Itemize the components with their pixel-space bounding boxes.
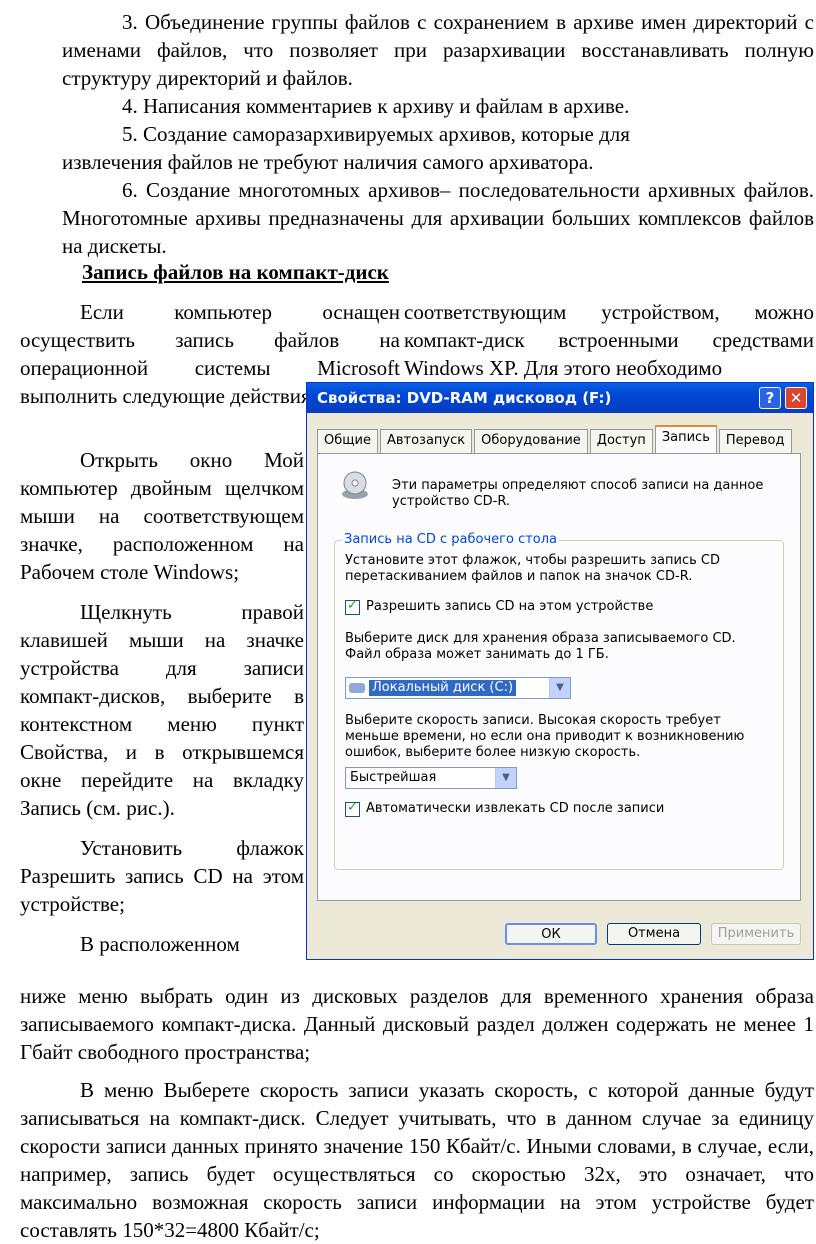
- paragraph-item-3: 3. Объединение группы файлов с сохранени…: [62, 10, 814, 90]
- help-button[interactable]: ?: [759, 387, 781, 409]
- checkbox-checked-icon: [345, 598, 360, 615]
- step-check-flag: Установить флажок Разрешить запись CD на…: [20, 836, 304, 916]
- ok-button[interactable]: ОК: [505, 923, 597, 945]
- group-label: Запись на CD с рабочего стола: [342, 532, 560, 548]
- close-button[interactable]: ✕: [785, 387, 807, 409]
- auto-eject-label: Автоматически извлекать CD после записи: [366, 801, 665, 816]
- tab-translation[interactable]: Перевод: [718, 429, 792, 453]
- step-choose-disk-start: В расположенном: [80, 932, 240, 956]
- left-column-text: Если компьютер оснащен осуществить запис…: [20, 298, 400, 410]
- intro-right: соответствующим устройством, можно компа…: [404, 300, 814, 380]
- step-choose-disk-rest: ниже меню выбрать один из дисковых разде…: [20, 984, 814, 1064]
- chevron-down-icon[interactable]: ▼: [549, 678, 570, 698]
- steps-column: Открыть окно Мой компьютер двойным щелчк…: [20, 446, 304, 958]
- enable-recording-checkbox[interactable]: Разрешить запись CD на этом устройстве: [345, 598, 654, 615]
- recording-panel: Эти параметры определяют способ записи н…: [317, 453, 801, 901]
- tab-strip: Общие Автозапуск Оборудование Доступ Зап…: [317, 425, 794, 453]
- speed-description: Выберите скорость записи. Высокая скорос…: [345, 713, 745, 760]
- step-open-computer: Открыть окно Мой компьютер двойным щелчк…: [20, 448, 304, 584]
- enable-recording-label: Разрешить запись CD на этом устройстве: [366, 599, 654, 614]
- disk-description: Выберите диск для хранения образа записы…: [345, 631, 736, 662]
- tab-autoplay[interactable]: Автозапуск: [379, 429, 473, 453]
- section-heading: Запись файлов на компакт-диск: [82, 260, 389, 284]
- chevron-down-icon[interactable]: ▼: [495, 768, 516, 788]
- properties-window: Свойства: DVD-RAM дисковод (F:) ? ✕ Общи…: [306, 382, 814, 960]
- desktop-recording-group: Установите этот флажок, чтобы разрешить …: [334, 540, 784, 870]
- group-description: Установите этот флажок, чтобы разрешить …: [345, 553, 720, 584]
- hard-disk-icon: [349, 683, 365, 693]
- tab-recording[interactable]: Запись: [654, 425, 717, 453]
- tab-sharing[interactable]: Доступ: [589, 429, 653, 453]
- paragraph-item-6: 6. Создание многотомных архивов– последо…: [62, 178, 814, 258]
- cancel-button[interactable]: Отмена: [607, 923, 701, 945]
- paragraph-item-5a: 5. Создание саморазархивируемых архивов,…: [122, 122, 630, 146]
- paragraph-item-5b: извлечения файлов не требуют наличия сам…: [62, 150, 594, 174]
- auto-eject-checkbox[interactable]: Автоматически извлекать CD после записи: [345, 800, 665, 817]
- recording-intro: Эти параметры определяют способ записи н…: [392, 478, 764, 509]
- apply-button[interactable]: Применить: [711, 923, 801, 945]
- cd-drive-icon: [342, 471, 368, 499]
- speed-select-value: Быстрейшая: [350, 770, 437, 785]
- tab-general[interactable]: Общие: [317, 429, 378, 453]
- paragraph-speed: В меню Выберете скорость записи указать …: [20, 1078, 814, 1242]
- disk-select-value: Локальный диск (C:): [369, 680, 517, 696]
- tab-hardware[interactable]: Оборудование: [474, 429, 588, 453]
- window-titlebar[interactable]: Свойства: DVD-RAM дисковод (F:): [307, 383, 813, 413]
- window-title: Свойства: DVD-RAM дисковод (F:): [317, 389, 612, 407]
- checkbox-checked-icon: [345, 800, 360, 817]
- step-right-click: Щелкнуть правой клавишей мыши на значке …: [20, 600, 304, 820]
- disk-select[interactable]: Локальный диск (C:) ▼: [345, 677, 571, 699]
- speed-select[interactable]: Быстрейшая ▼: [345, 767, 517, 789]
- paragraph-item-4: 4. Написания комментариев к архиву и фай…: [122, 94, 630, 118]
